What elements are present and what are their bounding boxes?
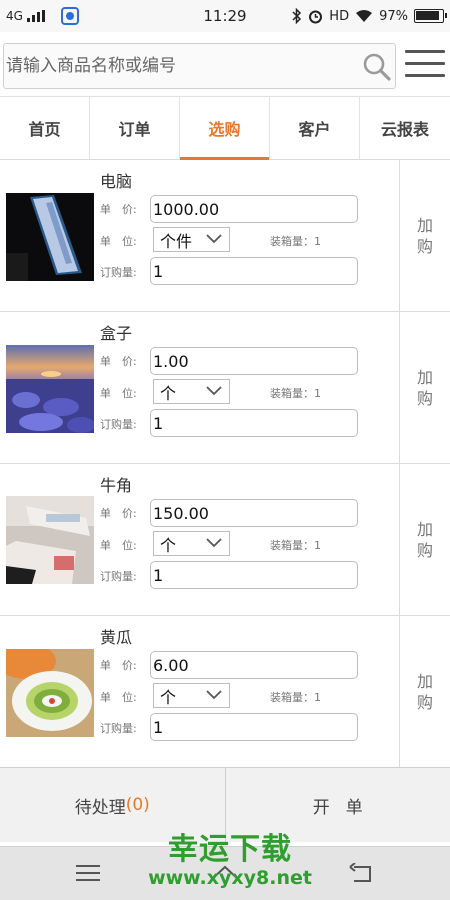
unit-label: 单 位: <box>100 691 137 704</box>
product-thumbnail <box>6 649 94 737</box>
add-to-cart-button[interactable]: 加购 <box>399 160 450 311</box>
menu-icon[interactable] <box>76 865 100 883</box>
status-bar: 4G 11:29 HD 97% <box>0 0 450 32</box>
open-order-label: 开单 <box>312 797 379 818</box>
hd-indicator: HD <box>329 8 350 24</box>
qty-label: 订购量: <box>100 266 137 279</box>
product-item: 牛角 单 价: 150.00 单 位: 个 装箱量：1 订购量: 1 加购 <box>0 464 450 616</box>
pending-count: (0) <box>125 795 150 815</box>
search-header <box>0 32 450 98</box>
product-item: 黄瓜 单 价: 6.00 单 位: 个 装箱量：1 订购量: 1 加购 <box>0 616 450 767</box>
product-thumbnail <box>6 193 94 281</box>
product-item: 盒子 单 价: 1.00 单 位: 个 装箱量：1 订购量: 1 加购 <box>0 312 450 464</box>
unit-select[interactable]: 个件 <box>153 227 230 252</box>
unit-value: 个 <box>160 687 177 707</box>
unit-label: 单 位: <box>100 235 137 248</box>
hamburger-menu-icon[interactable] <box>405 50 445 82</box>
qty-input[interactable]: 1 <box>150 561 358 589</box>
alarm-icon <box>309 10 323 23</box>
chevron-down-icon <box>206 234 222 244</box>
battery-percent: 97% <box>379 8 408 24</box>
unit-label: 单 位: <box>100 539 137 552</box>
search-box <box>3 43 396 89</box>
tab-bar: 首页 订单 选购 客户 云报表 <box>0 96 450 160</box>
product-name: 黄瓜 <box>100 628 133 647</box>
price-label: 单 价: <box>100 203 137 216</box>
product-list: 电脑 单 价: 1000.00 单 位: 个件 装箱量：1 订购量: 1 加购 <box>0 160 450 767</box>
tab-cloud-reports[interactable]: 云报表 <box>360 97 450 159</box>
add-to-cart-button[interactable]: 加购 <box>399 464 450 615</box>
chevron-down-icon <box>206 386 222 396</box>
unit-value: 个 <box>160 383 177 403</box>
product-item: 电脑 单 价: 1000.00 单 位: 个件 装箱量：1 订购量: 1 加购 <box>0 160 450 312</box>
qty-label: 订购量: <box>100 418 137 431</box>
unit-select[interactable]: 个 <box>153 379 230 404</box>
product-name: 牛角 <box>100 476 133 495</box>
battery-icon <box>414 9 447 23</box>
add-to-cart-button[interactable]: 加购 <box>399 312 450 463</box>
add-to-cart-button[interactable]: 加购 <box>399 616 450 767</box>
open-order-button[interactable]: 开单 <box>226 768 450 842</box>
qty-input[interactable]: 1 <box>150 409 358 437</box>
unit-value: 个 <box>160 535 177 555</box>
unit-select[interactable]: 个 <box>153 683 230 708</box>
tab-shop[interactable]: 选购 <box>180 97 270 160</box>
price-input[interactable]: 150.00 <box>150 499 358 527</box>
pending-button[interactable]: 待处理 (0) <box>0 768 226 842</box>
pack-quantity: 装箱量：1 <box>270 539 321 552</box>
price-label: 单 价: <box>100 659 137 672</box>
chevron-down-icon <box>206 538 222 548</box>
back-icon[interactable] <box>348 863 374 885</box>
search-input[interactable] <box>6 44 356 88</box>
pack-quantity: 装箱量：1 <box>270 691 321 704</box>
product-thumbnail <box>6 345 94 433</box>
qty-input[interactable]: 1 <box>150 713 358 741</box>
price-label: 单 价: <box>100 355 137 368</box>
product-thumbnail <box>6 496 94 584</box>
bottom-action-bar: 待处理 (0) 开单 <box>0 767 450 842</box>
search-icon[interactable] <box>362 52 392 82</box>
unit-select[interactable]: 个 <box>153 531 230 556</box>
price-label: 单 价: <box>100 507 137 520</box>
tab-customers[interactable]: 客户 <box>270 97 360 159</box>
price-input[interactable]: 1.00 <box>150 347 358 375</box>
home-icon[interactable] <box>210 863 240 883</box>
unit-label: 单 位: <box>100 387 137 400</box>
qty-input[interactable]: 1 <box>150 257 358 285</box>
price-input[interactable]: 6.00 <box>150 651 358 679</box>
qty-label: 订购量: <box>100 570 137 583</box>
pending-label: 待处理 <box>74 797 126 818</box>
price-input[interactable]: 1000.00 <box>150 195 358 223</box>
app-screen: 4G 11:29 HD 97% 请输入商品名称或编号 首页 订单 选购 客户 云… <box>0 0 450 900</box>
qty-label: 订购量: <box>100 722 137 735</box>
bluetooth-icon <box>292 8 302 24</box>
system-navigation-bar <box>0 846 450 900</box>
tab-home[interactable]: 首页 <box>0 97 90 159</box>
pack-quantity: 装箱量：1 <box>270 235 321 248</box>
unit-value: 个件 <box>160 231 193 251</box>
product-name: 盒子 <box>100 324 133 343</box>
tab-orders[interactable]: 订单 <box>90 97 180 159</box>
chevron-down-icon <box>206 690 222 700</box>
pack-quantity: 装箱量：1 <box>270 387 321 400</box>
product-name: 电脑 <box>100 172 133 191</box>
wifi-icon <box>356 10 373 22</box>
